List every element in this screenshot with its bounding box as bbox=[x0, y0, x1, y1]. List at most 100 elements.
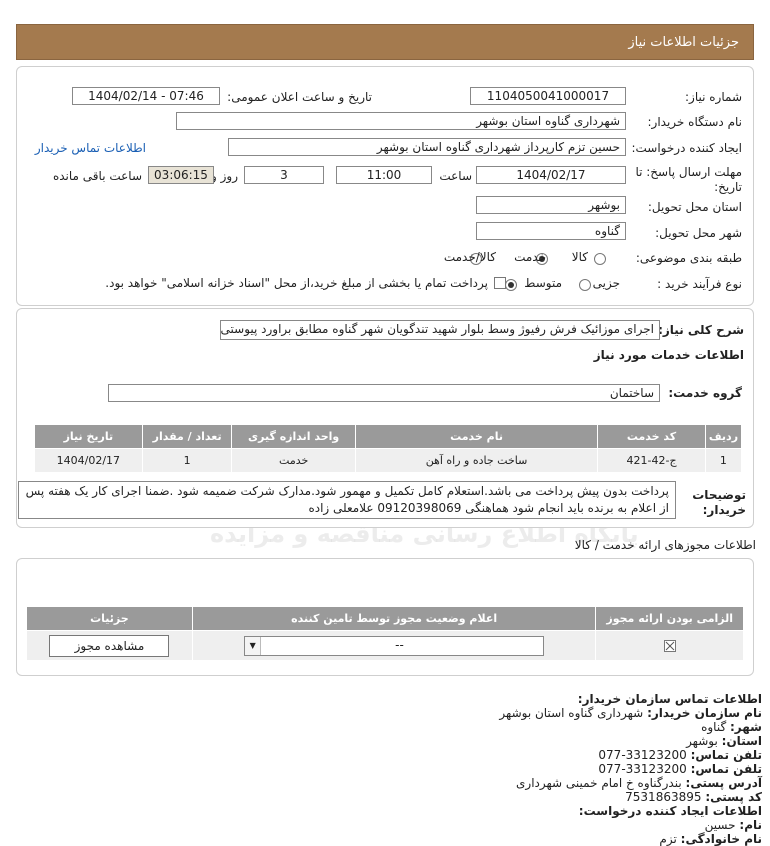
contact-address-value: بندرگناوه خ امام خمینی شهرداری bbox=[516, 776, 682, 790]
need-number-label: شماره نیاز: bbox=[685, 90, 742, 104]
permit-status-select[interactable]: ▼ -- bbox=[244, 635, 545, 656]
buyer-notes-label: توضیحات bbox=[692, 488, 746, 502]
announce-field: 1404/02/14 - 07:46 bbox=[72, 87, 220, 105]
contact-postal: کد پستی: 7531863895 bbox=[22, 790, 762, 804]
process-radio-minor[interactable] bbox=[578, 278, 591, 291]
buyer-org-label: نام دستگاه خریدار: bbox=[647, 115, 743, 129]
col-qty: تعداد / مقدار bbox=[141, 424, 233, 449]
creator-info-title: اطلاعات ایجاد کننده درخواست: bbox=[578, 804, 762, 818]
permits-table: الزامی بودن ارائه مجوز اعلام وضعیت مجوز … bbox=[26, 606, 744, 661]
cell-code: ج-42-421 bbox=[597, 448, 706, 473]
chevron-down-icon[interactable]: ▼ bbox=[245, 636, 262, 655]
cell-qty: 1 bbox=[141, 448, 233, 473]
col-permit-status: اعلام وضعیت مجوز توسط تامین کننده bbox=[191, 606, 597, 631]
category-radio-goods[interactable] bbox=[594, 252, 606, 265]
services-table-header: ردیف کد خدمت نام خدمت واحد اندازه گیری ت… bbox=[34, 424, 743, 449]
buyer-org-field: شهرداری گناوه استان بوشهر bbox=[176, 112, 626, 130]
col-code: کد خدمت bbox=[597, 424, 706, 449]
permit-status-cell: ▼ -- bbox=[191, 630, 597, 661]
process-option-minor: جزیی bbox=[592, 276, 620, 290]
category-option-goods-service: کالا/خدمت bbox=[443, 250, 496, 264]
cell-date: 1404/02/17 bbox=[34, 448, 143, 473]
time-label: ساعت bbox=[439, 169, 472, 183]
category-label: طبقه بندی موضوعی: bbox=[635, 251, 742, 265]
creator-name-value: حسین bbox=[704, 818, 736, 832]
contact-title: اطلاعات تماس سازمان خریدار: bbox=[577, 692, 762, 706]
province-field: بوشهر bbox=[476, 196, 626, 214]
col-permit-required: الزامی بودن ارائه مجوز bbox=[595, 606, 744, 631]
table-row: 1 ج-42-421 ساخت جاده و راه آهن خدمت 1 14… bbox=[34, 448, 743, 473]
permit-required-checkbox[interactable] bbox=[663, 640, 676, 652]
contact-province-value: بوشهر bbox=[686, 734, 718, 748]
contact-province-label: استان: bbox=[721, 734, 762, 748]
services-section-title: اطلاعات خدمات مورد نیاز bbox=[593, 348, 744, 362]
creator-family-value: تزم bbox=[659, 832, 677, 846]
buyer-notes-label-2: خریدار: bbox=[702, 503, 746, 517]
contact-postal-value: 7531863895 bbox=[625, 790, 702, 804]
contact-section: اطلاعات تماس سازمان خریدار: نام سازمان خ… bbox=[22, 692, 762, 846]
contact-city-label: شهر: bbox=[730, 720, 762, 734]
creator-family: نام خانوادگی: تزم bbox=[22, 832, 762, 846]
col-row: ردیف bbox=[704, 424, 743, 449]
description-field: اجرای موزائیک فرش رفیوژ وسط بلوار شهید ت… bbox=[220, 320, 660, 340]
service-group-field: ساختمان bbox=[108, 384, 660, 402]
permits-title: اطلاعات مجوزهای ارائه خدمت / کالا bbox=[574, 538, 756, 552]
col-permit-details: جزئیات bbox=[26, 606, 193, 631]
contact-phone-2-value: 33123200-077 bbox=[598, 762, 687, 776]
contact-phone-2-label: تلفن تماس: bbox=[690, 762, 762, 776]
creator-family-label: نام خانوادگی: bbox=[680, 832, 762, 846]
contact-org: نام سازمان خریدار: شهرداری گناوه استان ب… bbox=[22, 706, 762, 720]
city-field: گناوه bbox=[476, 222, 626, 240]
treasury-note: پرداخت تمام یا بخشی از مبلغ خرید،از محل … bbox=[105, 276, 488, 290]
days-field: 3 bbox=[244, 166, 324, 184]
contact-city: شهر: گناوه bbox=[22, 720, 762, 734]
contact-phone-value: 33123200-077 bbox=[598, 748, 687, 762]
permit-required-cell bbox=[595, 630, 744, 661]
buyer-notes-field: پرداخت بدون پیش پرداخت می باشد.استعلام ک… bbox=[18, 481, 676, 519]
deadline-date-label: تاریخ: bbox=[714, 180, 742, 194]
col-unit: واحد اندازه گیری bbox=[231, 424, 356, 449]
city-label: شهر محل تحویل: bbox=[655, 226, 742, 240]
creator-label: ایجاد کننده درخواست: bbox=[631, 141, 742, 155]
service-group-label: گروه خدمت: bbox=[668, 386, 742, 400]
remaining-time-field: 03:06:15 bbox=[148, 166, 214, 184]
deadline-time-field: 11:00 bbox=[336, 166, 432, 184]
view-permit-button[interactable]: مشاهده مجوز bbox=[49, 634, 170, 657]
days-label: روز و bbox=[211, 169, 238, 183]
permits-table-header: الزامی بودن ارائه مجوز اعلام وضعیت مجوز … bbox=[26, 606, 744, 631]
contact-phone-label: تلفن تماس: bbox=[690, 748, 762, 762]
contact-org-label: نام سازمان خریدار: bbox=[647, 706, 762, 720]
contact-phone: تلفن تماس: 33123200-077 bbox=[22, 748, 762, 762]
page-title: جزئیات اطلاعات نیاز bbox=[628, 35, 739, 50]
need-number-field: 1104050041000017 bbox=[470, 87, 626, 105]
province-label: استان محل تحویل: bbox=[647, 200, 742, 214]
process-radio-medium[interactable] bbox=[504, 278, 517, 291]
table-row: ▼ -- مشاهده مجوز bbox=[26, 630, 744, 661]
contact-province: استان: بوشهر bbox=[22, 734, 762, 748]
announce-label: تاریخ و ساعت اعلان عمومی: bbox=[227, 90, 372, 104]
contact-postal-label: کد پستی: bbox=[705, 790, 762, 804]
cell-unit: خدمت bbox=[231, 448, 356, 473]
buyer-contact-link[interactable]: اطلاعات تماس خریدار bbox=[35, 141, 146, 155]
deadline-label: مهلت ارسال پاسخ: تا bbox=[635, 165, 742, 179]
col-date: تاریخ نیاز bbox=[34, 424, 143, 449]
contact-address: آدرس پستی: بندرگناوه خ امام خمینی شهردار… bbox=[22, 776, 762, 790]
contact-phone-2: تلفن تماس: 33123200-077 bbox=[22, 762, 762, 776]
col-name: نام خدمت bbox=[354, 424, 599, 449]
process-label: نوع فرآیند خرید : bbox=[657, 277, 742, 291]
creator-field: حسین تزم کارپرداز شهرداری گناوه استان بو… bbox=[228, 138, 626, 156]
cell-row: 1 bbox=[704, 448, 743, 473]
category-option-service: خدمت bbox=[514, 250, 546, 264]
process-option-medium: متوسط bbox=[524, 276, 562, 290]
category-option-goods: کالا bbox=[571, 250, 588, 264]
description-label: شرح کلی نیاز: bbox=[658, 323, 744, 337]
permit-details-cell: مشاهده مجوز bbox=[26, 630, 193, 661]
creator-name: نام: حسین bbox=[22, 818, 762, 832]
permit-status-value: -- bbox=[395, 637, 404, 652]
contact-address-label: آدرس پستی: bbox=[685, 776, 762, 790]
treasury-checkbox[interactable] bbox=[494, 277, 506, 289]
remaining-label: ساعت باقی مانده bbox=[52, 169, 142, 183]
cell-name: ساخت جاده و راه آهن bbox=[354, 448, 599, 473]
contact-org-value: شهرداری گناوه استان بوشهر bbox=[499, 706, 644, 720]
deadline-date-field: 1404/02/17 bbox=[476, 166, 626, 184]
